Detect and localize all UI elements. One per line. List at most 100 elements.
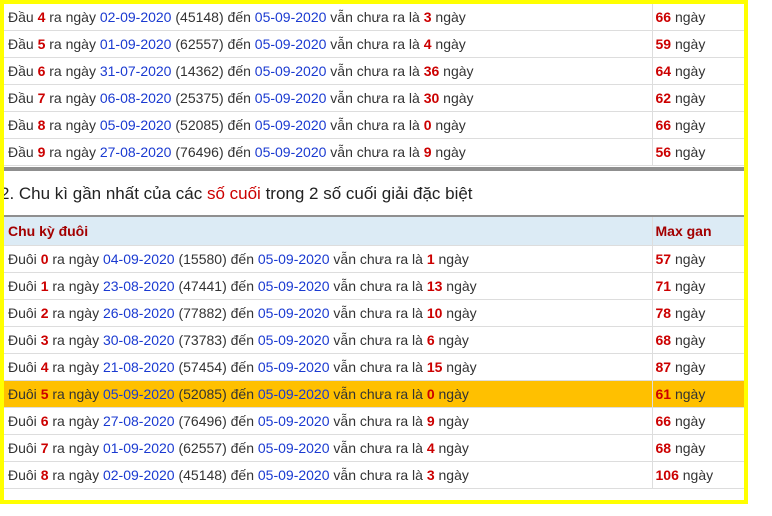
row-max-value: 56 — [655, 144, 672, 160]
row-max-gan: 62 ngày — [651, 84, 744, 112]
row-max-unit: ngày — [671, 63, 706, 79]
row-max-gan: 87 ngày — [651, 353, 744, 381]
row-day-count: 9 — [426, 413, 435, 429]
row-text: ngày — [431, 9, 466, 25]
row-from-date: 02-09-2020 — [102, 467, 175, 483]
row-text: vẫn chưa ra là — [326, 90, 424, 106]
row-text: đến — [230, 413, 258, 429]
row-description: Đuôi 3 ra ngày 30-08-2020 (73783) đến 05… — [4, 326, 652, 354]
row-description: Đầu 9 ra ngày 27-08-2020 (76496) đến 05-… — [4, 138, 652, 166]
row-text: đến — [230, 305, 258, 321]
row-from-date: 23-08-2020 — [102, 278, 175, 294]
row-text: ngày — [442, 305, 477, 321]
row-day-count: 15 — [426, 359, 443, 375]
row-text: vẫn chưa ra là — [329, 440, 427, 456]
row-prefix: Đuôi — [8, 332, 41, 348]
row-max-gan: 57 ngày — [651, 245, 744, 273]
row-description: Đầu 6 ra ngày 31-07-2020 (14362) đến 05-… — [4, 57, 652, 85]
row-result-code: (15580) — [174, 251, 231, 267]
row-max-gan: 71 ngày — [651, 272, 744, 300]
row-text: ra ngày — [48, 467, 103, 483]
row-result-code: (47441) — [174, 278, 231, 294]
row-max-unit: ngày — [671, 90, 706, 106]
row-max-value: 78 — [655, 305, 672, 321]
row-text: ra ngày — [45, 117, 100, 133]
row-description: Đuôi 2 ra ngày 26-08-2020 (77882) đến 05… — [4, 299, 652, 327]
row-prefix: Đuôi — [8, 359, 41, 375]
row-text: vẫn chưa ra là — [329, 278, 427, 294]
content: Đầu 4 ra ngày 02-09-2020 (45148) đến 05-… — [4, 4, 744, 489]
row-text: vẫn chưa ra là — [329, 305, 427, 321]
section-title-suffix: trong 2 số cuối giải đặc biệt — [260, 184, 473, 203]
row-text: vẫn chưa ra là — [329, 467, 427, 483]
row-max-unit: ngày — [671, 117, 706, 133]
row-from-date: 01-09-2020 — [102, 440, 175, 456]
row-from-date: 02-09-2020 — [99, 9, 172, 25]
row-max-gan: 66 ngày — [651, 111, 744, 139]
row-to-date: 05-09-2020 — [254, 90, 327, 106]
row-result-code: (62557) — [174, 440, 231, 456]
row-from-date: 27-08-2020 — [99, 144, 172, 160]
row-day-count: 4 — [423, 36, 432, 52]
section-title-prefix: 2. Chu kì gần nhất của các — [0, 184, 207, 203]
row-text: đến — [227, 90, 255, 106]
row-max-gan: 61 ngày — [651, 380, 744, 408]
row-text: ngày — [434, 440, 469, 456]
row-text: vẫn chưa ra là — [326, 36, 424, 52]
row-from-date: 05-09-2020 — [99, 117, 172, 133]
table-row: Đầu 4 ra ngày 02-09-2020 (45148) đến 05-… — [4, 4, 744, 31]
row-text: ngày — [439, 63, 474, 79]
row-description: Đuôi 0 ra ngày 04-09-2020 (15580) đến 05… — [4, 245, 652, 273]
row-text: ra ngày — [48, 278, 103, 294]
row-description: Đuôi 7 ra ngày 01-09-2020 (62557) đến 05… — [4, 434, 652, 462]
row-description: Đầu 4 ra ngày 02-09-2020 (45148) đến 05-… — [4, 4, 652, 31]
row-text: ra ngày — [48, 386, 103, 402]
row-prefix: Đuôi — [8, 278, 41, 294]
table-row: Đuôi 3 ra ngày 30-08-2020 (73783) đến 05… — [4, 326, 744, 354]
row-from-date: 27-08-2020 — [102, 413, 175, 429]
row-text: ngày — [434, 251, 469, 267]
row-text: đến — [230, 440, 258, 456]
row-text: ra ngày — [45, 90, 100, 106]
head-stats-table: Đầu 4 ra ngày 02-09-2020 (45148) đến 05-… — [4, 4, 744, 166]
row-text: vẫn chưa ra là — [326, 9, 424, 25]
row-text: đến — [227, 117, 255, 133]
row-prefix: Đuôi — [8, 305, 41, 321]
row-prefix: Đầu — [8, 117, 38, 133]
table-row: Đầu 6 ra ngày 31-07-2020 (14362) đến 05-… — [4, 57, 744, 85]
row-day-count: 3 — [426, 467, 435, 483]
row-text: ra ngày — [48, 305, 103, 321]
row-result-code: (73783) — [174, 332, 231, 348]
row-text: ngày — [434, 413, 469, 429]
row-day-count: 3 — [423, 9, 432, 25]
row-max-unit: ngày — [671, 440, 706, 456]
row-result-code: (76496) — [171, 144, 228, 160]
row-day-count: 36 — [423, 63, 440, 79]
row-description: Đầu 8 ra ngày 05-09-2020 (52085) đến 05-… — [4, 111, 652, 139]
screenshot-frame: Đầu 4 ra ngày 02-09-2020 (45148) đến 05-… — [0, 0, 748, 504]
row-result-code: (45148) — [174, 467, 231, 483]
row-prefix: Đuôi — [8, 386, 41, 402]
row-max-value: 66 — [655, 413, 672, 429]
table-row: Đuôi 5 ra ngày 05-09-2020 (52085) đến 05… — [4, 380, 744, 408]
table-row: Đuôi 2 ra ngày 26-08-2020 (77882) đến 05… — [4, 299, 744, 327]
row-to-date: 05-09-2020 — [254, 63, 327, 79]
row-from-date: 30-08-2020 — [102, 332, 175, 348]
row-max-unit: ngày — [678, 467, 714, 483]
row-prefix: Đầu — [8, 90, 38, 106]
row-text: vẫn chưa ra là — [329, 359, 427, 375]
row-max-gan: 64 ngày — [651, 57, 744, 85]
row-result-code: (77882) — [174, 305, 231, 321]
row-max-value: 59 — [655, 36, 672, 52]
table-row: Đầu 8 ra ngày 05-09-2020 (52085) đến 05-… — [4, 111, 744, 139]
row-day-count: 4 — [426, 440, 435, 456]
row-day-count: 1 — [426, 251, 435, 267]
table-row: Đuôi 6 ra ngày 27-08-2020 (76496) đến 05… — [4, 407, 744, 435]
row-text: đến — [230, 359, 258, 375]
row-result-code: (25375) — [171, 90, 228, 106]
row-text: ra ngày — [48, 440, 103, 456]
row-text: ngày — [434, 332, 469, 348]
table-row: Đuôi 1 ra ngày 23-08-2020 (47441) đến 05… — [4, 272, 744, 300]
row-day-count: 6 — [426, 332, 435, 348]
row-description: Đuôi 4 ra ngày 21-08-2020 (57454) đến 05… — [4, 353, 652, 381]
